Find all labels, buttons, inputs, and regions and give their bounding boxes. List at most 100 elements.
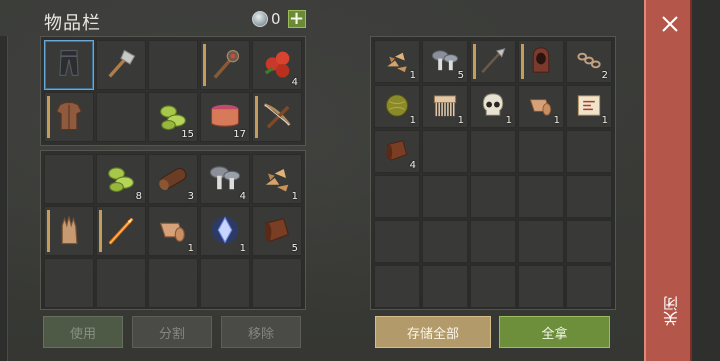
empty-slot[interactable]: [374, 265, 420, 308]
empty-slot[interactable]: [44, 258, 94, 308]
inventory-slot[interactable]: 5: [252, 206, 302, 256]
inventory-slot[interactable]: 4: [200, 154, 250, 204]
inventory-slot[interactable]: [96, 40, 146, 90]
leather-roll-icon: [155, 211, 191, 249]
inventory-slot[interactable]: 1: [566, 85, 612, 128]
take-all-button[interactable]: 全拿: [499, 316, 610, 348]
empty-slot[interactable]: [252, 258, 302, 308]
side-strip: [0, 36, 8, 361]
inventory-slot[interactable]: 3: [148, 154, 198, 204]
item-count: 4: [239, 191, 246, 202]
leather-armor-icon: [51, 97, 87, 135]
equipment-panel: 4 15 17: [40, 36, 306, 146]
inventory-slot[interactable]: 1: [252, 154, 302, 204]
item-count: 1: [553, 115, 560, 126]
empty-slot[interactable]: [518, 220, 564, 263]
empty-slot[interactable]: [374, 175, 420, 218]
empty-slot[interactable]: [422, 265, 468, 308]
empty-slot[interactable]: [470, 265, 516, 308]
pants-icon: [51, 45, 87, 83]
remove-button[interactable]: 移除: [221, 316, 301, 348]
hood-icon: [525, 45, 557, 76]
inventory-slot[interactable]: 1: [422, 85, 468, 128]
inventory-slot[interactable]: 4: [252, 40, 302, 90]
empty-slot[interactable]: [96, 258, 146, 308]
crystal-icon: [207, 211, 243, 249]
currency-display: 0 +: [252, 10, 306, 28]
inventory-slot[interactable]: 17: [200, 92, 250, 142]
empty-slot[interactable]: [374, 220, 420, 263]
inventory-slot[interactable]: 1: [200, 206, 250, 256]
empty-slot[interactable]: [200, 258, 250, 308]
empty-slot[interactable]: [422, 220, 468, 263]
close-label[interactable]: 关闭: [660, 296, 681, 326]
leather-scroll-icon: [381, 135, 413, 166]
inventory-slot[interactable]: [44, 40, 94, 90]
empty-slot[interactable]: [518, 175, 564, 218]
item-count: 1: [239, 243, 246, 254]
inventory-slot[interactable]: 1: [518, 85, 564, 128]
item-count: 1: [505, 115, 512, 126]
item-count: 15: [181, 129, 194, 140]
split-button[interactable]: 分割: [132, 316, 212, 348]
use-button[interactable]: 使用: [43, 316, 123, 348]
item-count: 1: [187, 243, 194, 254]
store-all-button[interactable]: 存储全部: [375, 316, 491, 348]
add-currency-button[interactable]: +: [287, 10, 306, 28]
inventory-slot[interactable]: [44, 206, 94, 256]
inventory-slot[interactable]: 1: [148, 206, 198, 256]
empty-slot[interactable]: [470, 220, 516, 263]
item-count: 5: [291, 243, 298, 254]
inventory-slot[interactable]: [518, 40, 564, 83]
item-count: 17: [233, 129, 246, 140]
close-icon[interactable]: [660, 14, 680, 34]
inventory-title: 物品栏: [44, 13, 101, 34]
moss-ball-icon: [381, 90, 413, 121]
empty-slot[interactable]: [422, 130, 468, 173]
empty-slot[interactable]: [96, 92, 146, 142]
empty-slot[interactable]: [566, 175, 612, 218]
inventory-slot[interactable]: 1: [374, 40, 420, 83]
empty-slot[interactable]: [148, 258, 198, 308]
stone-axe-icon: [103, 45, 139, 83]
inventory-slot[interactable]: 8: [96, 154, 146, 204]
item-count: 5: [457, 70, 464, 81]
empty-slot[interactable]: [518, 265, 564, 308]
log-icon: [155, 159, 191, 197]
empty-slot[interactable]: [566, 265, 612, 308]
inventory-slot[interactable]: 4: [374, 130, 420, 173]
inventory-slot[interactable]: [44, 92, 94, 142]
wood-chips-icon: [259, 159, 295, 197]
inventory-slot[interactable]: 1: [374, 85, 420, 128]
inventory-slot[interactable]: 5: [422, 40, 468, 83]
empty-slot[interactable]: [566, 130, 612, 173]
bag-grid: 8 3 4 1 1 1 5: [44, 154, 302, 308]
item-count: 1: [409, 70, 416, 81]
equipment-grid: 4 15 17: [44, 40, 302, 142]
gem-icon: [252, 11, 268, 27]
map-scroll-icon: [573, 90, 605, 121]
empty-slot[interactable]: [422, 175, 468, 218]
fire-sword-icon: [103, 211, 139, 249]
inventory-slot[interactable]: [96, 206, 146, 256]
empty-slot[interactable]: [148, 40, 198, 90]
empty-slot[interactable]: [470, 130, 516, 173]
item-count: 4: [409, 160, 416, 171]
inventory-slot[interactable]: 2: [566, 40, 612, 83]
close-panel[interactable]: 关闭: [644, 0, 692, 361]
inventory-slot[interactable]: [252, 92, 302, 142]
empty-slot[interactable]: [518, 130, 564, 173]
empty-slot[interactable]: [566, 220, 612, 263]
inventory-slot[interactable]: [200, 40, 250, 90]
item-count: 1: [601, 115, 608, 126]
inventory-slot[interactable]: 1: [470, 85, 516, 128]
screen-edge: [692, 0, 720, 361]
empty-slot[interactable]: [470, 175, 516, 218]
empty-slot[interactable]: [44, 154, 94, 204]
item-count: 1: [457, 115, 464, 126]
leather-scroll-icon: [259, 211, 295, 249]
berries-icon: [259, 45, 295, 83]
inventory-slot[interactable]: [470, 40, 516, 83]
inventory-slot[interactable]: 15: [148, 92, 198, 142]
item-count: 1: [291, 191, 298, 202]
